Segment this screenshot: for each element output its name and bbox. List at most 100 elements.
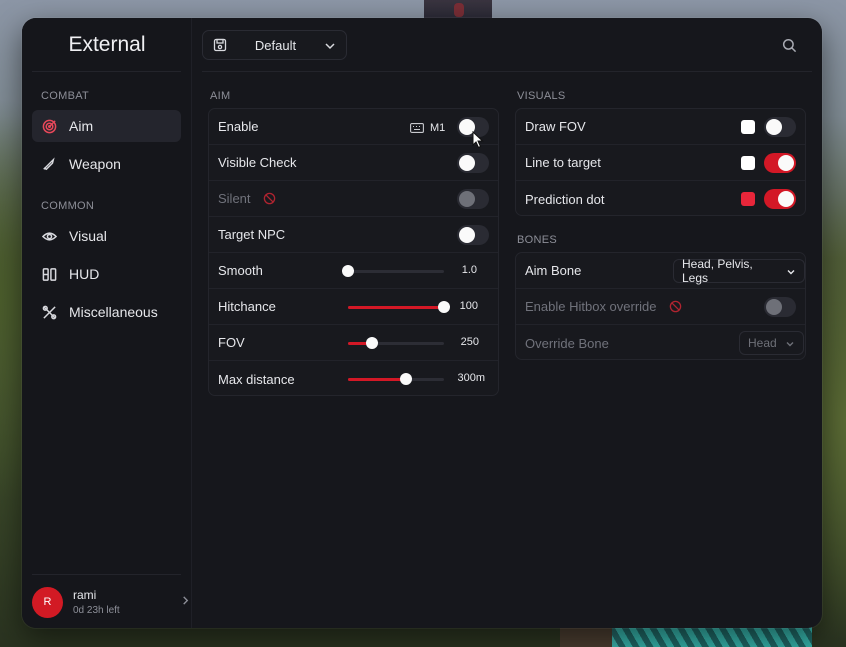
draw-fov-row: Draw FOV <box>516 109 805 145</box>
silent-toggle[interactable] <box>457 189 489 209</box>
setting-label: Smooth <box>218 263 263 278</box>
tools-icon <box>41 304 57 320</box>
silent-row: Silent <box>209 181 498 217</box>
setting-label: FOV <box>218 335 245 350</box>
background-figure <box>424 0 492 20</box>
target-icon <box>41 118 57 134</box>
section-combat-title: COMBAT <box>41 90 90 102</box>
prediction-dot-toggle[interactable] <box>764 189 796 209</box>
prediction-dot-row: Prediction dot <box>516 181 805 217</box>
prediction-dot-color-picker[interactable] <box>741 192 755 206</box>
smooth-row: Smooth 1.0 <box>209 253 498 289</box>
fov-row: FOV 250 <box>209 325 498 361</box>
subscription-time: 0d 23h left <box>73 605 120 616</box>
aim-bone-row: Aim Bone Head, Pelvis, Legs <box>516 253 805 289</box>
divider <box>32 71 181 72</box>
aim-group-title: AIM <box>210 90 231 102</box>
setting-label: Override Bone <box>525 335 609 351</box>
max-distance-slider[interactable] <box>348 372 444 386</box>
line-to-target-toggle[interactable] <box>764 153 796 173</box>
hitchance-value: 100 <box>459 300 478 312</box>
target-npc-row: Target NPC <box>209 217 498 253</box>
sidebar-item-label: Aim <box>69 118 94 134</box>
setting-label: Target NPC <box>218 227 286 242</box>
visible-check-toggle[interactable] <box>457 153 489 173</box>
background-object <box>612 626 812 647</box>
user-profile[interactable]: R rami 0d 23h left <box>32 584 189 620</box>
app-title: External <box>68 33 146 56</box>
chevron-down-icon <box>786 266 796 276</box>
eye-icon <box>41 228 57 244</box>
background-object <box>560 626 620 647</box>
hitchance-row: Hitchance 100 <box>209 289 498 325</box>
save-icon <box>213 38 227 52</box>
setting-label: Silent <box>218 191 251 206</box>
max-distance-value: 300m <box>457 372 485 384</box>
divider <box>202 71 812 72</box>
sidebar-item-label: Miscellaneous <box>69 304 158 320</box>
bullet-icon <box>41 156 57 172</box>
keybind-label: M1 <box>430 122 446 134</box>
bones-group-title: BONES <box>517 234 558 246</box>
chevron-down-icon <box>785 338 795 348</box>
aim-bone-select[interactable]: Head, Pelvis, Legs <box>673 257 805 285</box>
setting-label: Enable <box>218 119 259 134</box>
aim-enable-row: Enable M1 <box>209 109 498 145</box>
visible-check-row: Visible Check <box>209 145 498 181</box>
draw-fov-toggle[interactable] <box>764 117 796 137</box>
setting-label: Visible Check <box>218 155 297 170</box>
setting-label: Hitchance <box>218 299 276 314</box>
hud-icon <box>41 266 57 282</box>
fov-slider[interactable] <box>348 336 444 350</box>
user-name: rami <box>73 588 97 602</box>
keyboard-icon <box>410 123 424 133</box>
chevron-right-icon <box>181 594 190 608</box>
smooth-value: 1.0 <box>461 264 477 276</box>
chevron-down-icon <box>324 39 336 51</box>
search-icon[interactable] <box>782 38 798 54</box>
fov-value: 250 <box>460 336 479 348</box>
avatar: R <box>32 586 63 618</box>
select-value: Head, Pelvis, Legs <box>682 257 753 285</box>
hitbox-override-row: Enable Hitbox override <box>516 289 805 325</box>
visuals-group-title: VISUALS <box>517 90 566 102</box>
line-to-target-color-picker[interactable] <box>741 156 755 170</box>
setting-label: Draw FOV <box>525 119 586 134</box>
target-npc-toggle[interactable] <box>457 225 489 245</box>
visuals-panel: Draw FOV Line to target Prediction dot <box>515 108 806 216</box>
override-bone-select[interactable]: Head <box>739 331 804 355</box>
draw-fov-color-picker[interactable] <box>741 120 755 134</box>
line-to-target-row: Line to target <box>516 145 805 181</box>
sidebar-item-label: Weapon <box>69 156 121 172</box>
section-common-title: COMMON <box>41 200 95 212</box>
sidebar-item-weapon[interactable]: Weapon <box>32 148 181 180</box>
disabled-icon <box>263 192 276 205</box>
sidebar-item-miscellaneous[interactable]: Miscellaneous <box>32 296 181 328</box>
sidebar-item-hud[interactable]: HUD <box>32 258 181 290</box>
sidebar-item-label: HUD <box>69 266 100 282</box>
setting-label: Enable Hitbox override <box>525 299 657 314</box>
hitbox-override-toggle[interactable] <box>764 297 796 317</box>
sidebar-item-aim[interactable]: Aim <box>32 110 181 142</box>
hitchance-slider[interactable] <box>348 300 450 314</box>
override-bone-row: Override Bone Head <box>516 325 805 361</box>
setting-label: Line to target <box>525 155 601 170</box>
cheat-menu-window: External COMBAT Aim Weapon COMMON Visual <box>22 18 822 628</box>
sidebar: External COMBAT Aim Weapon COMMON Visual <box>22 18 192 628</box>
config-name: Default <box>254 37 297 53</box>
divider <box>32 574 181 575</box>
select-value: Head <box>748 336 777 350</box>
disabled-icon <box>669 300 682 313</box>
mouse-cursor-icon <box>472 130 484 149</box>
keybind-button[interactable]: M1 <box>410 122 445 134</box>
bones-panel: Aim Bone Head, Pelvis, Legs Enable Hitbo… <box>515 252 806 360</box>
aim-panel: Enable M1 Visible Check Silent Target NP… <box>208 108 499 396</box>
max-distance-row: Max distance 300m <box>209 361 498 397</box>
setting-label: Max distance <box>218 371 295 387</box>
smooth-slider[interactable] <box>342 264 444 278</box>
setting-label: Aim Bone <box>525 263 582 278</box>
config-select[interactable]: Default <box>202 30 347 60</box>
setting-label: Prediction dot <box>525 191 605 207</box>
sidebar-item-label: Visual <box>69 228 107 244</box>
sidebar-item-visual[interactable]: Visual <box>32 220 181 252</box>
